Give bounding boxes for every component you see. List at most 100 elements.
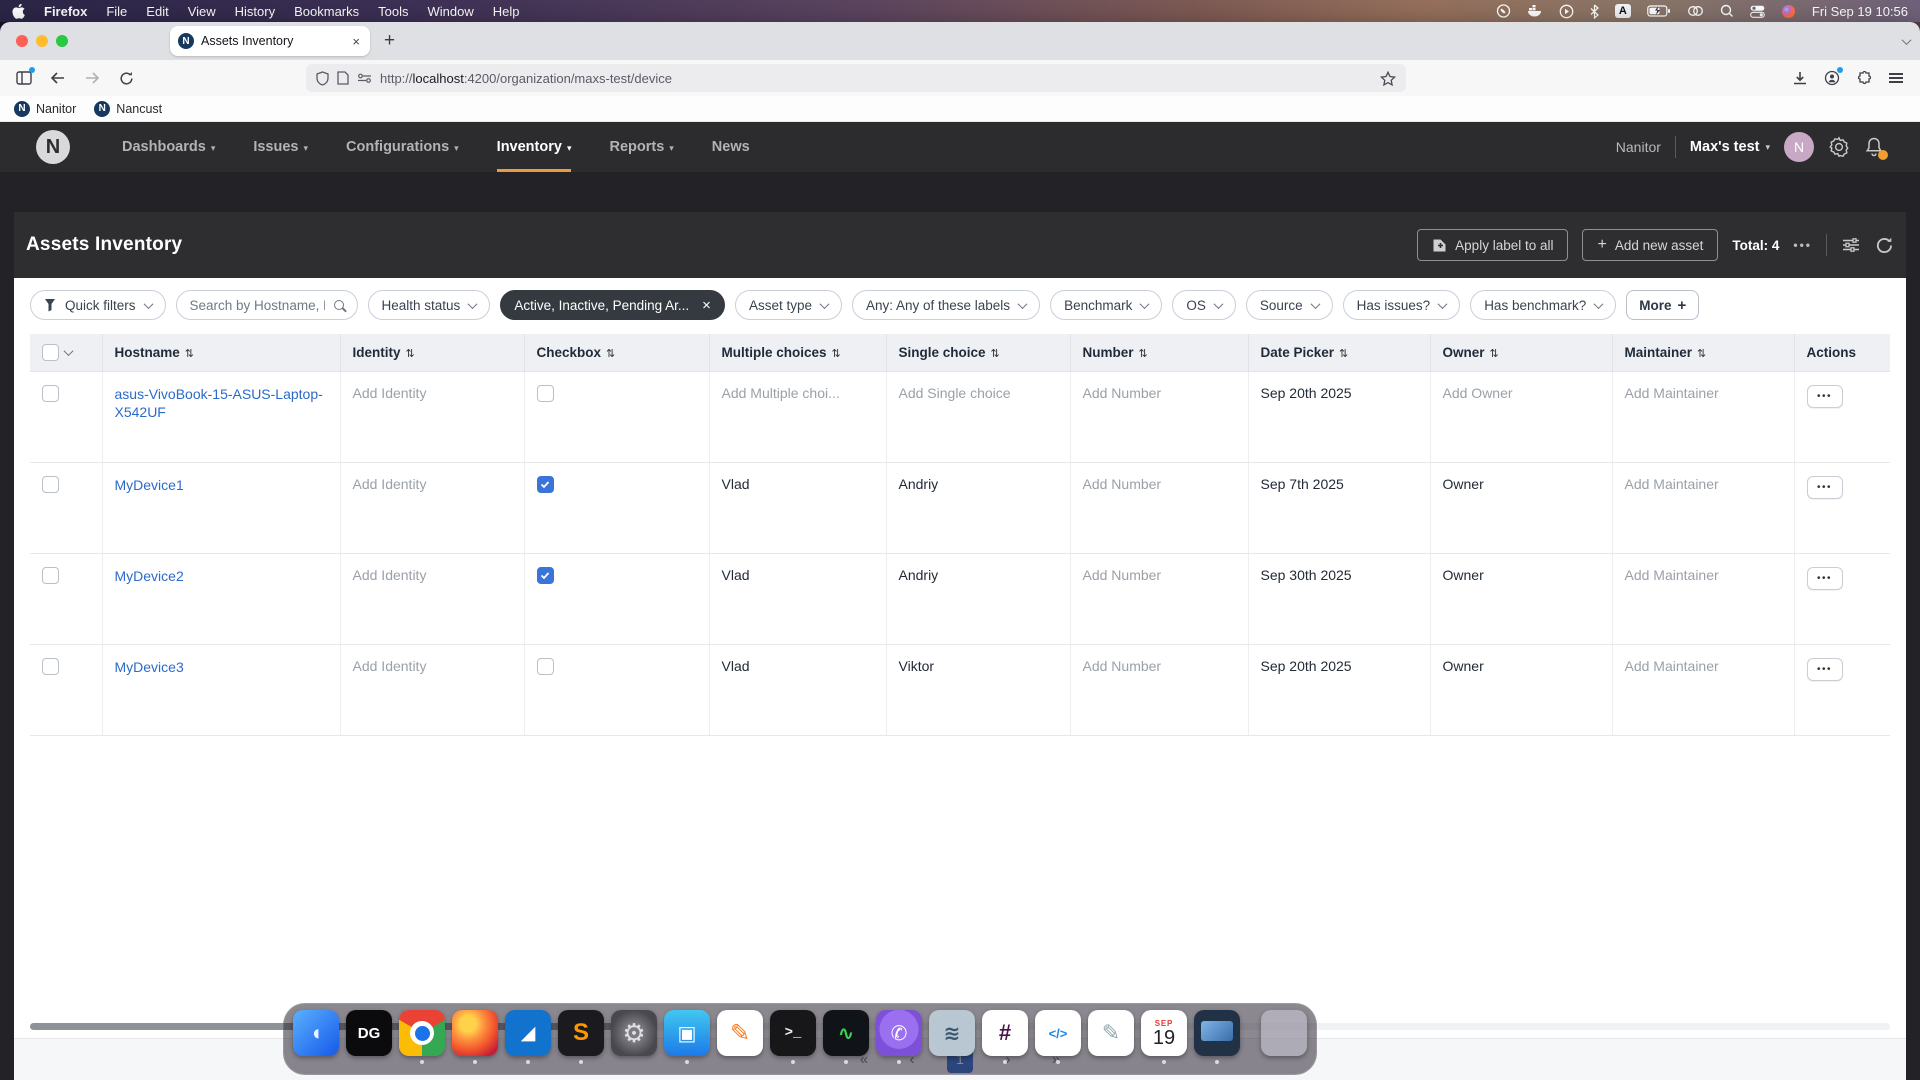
cell-single-choice[interactable]: Andriy <box>899 567 939 583</box>
menubar-item-edit[interactable]: Edit <box>146 4 168 19</box>
menu-icon[interactable] <box>1882 65 1910 91</box>
cell-owner[interactable]: Add Owner <box>1443 385 1513 401</box>
status-filter-chip[interactable]: Active, Inactive, Pending Ar... × <box>500 290 725 320</box>
tab-close-icon[interactable]: × <box>350 34 362 49</box>
trash-dock-icon[interactable] <box>1261 1010 1307 1056</box>
menubar-item-help[interactable]: Help <box>493 4 520 19</box>
cell-date-picker[interactable]: Sep 30th 2025 <box>1261 567 1352 583</box>
col-checkbox[interactable]: Checkbox⇅ <box>524 334 709 371</box>
row-actions-button[interactable]: ••• <box>1807 567 1843 590</box>
cell-date-picker[interactable]: Sep 20th 2025 <box>1261 658 1352 674</box>
nav-configurations[interactable]: Configurations▾ <box>346 122 459 172</box>
nav-news[interactable]: News <box>712 122 750 172</box>
quick-filters-dropdown[interactable]: Quick filters <box>30 290 166 320</box>
control-center-icon[interactable] <box>1750 3 1765 19</box>
firefox-dock-icon[interactable] <box>452 1010 498 1056</box>
viber-dock-icon[interactable]: ✆ <box>876 1010 922 1056</box>
docker-status-icon[interactable] <box>1527 3 1543 19</box>
benchmark-dropdown[interactable]: Benchmark <box>1050 290 1162 320</box>
cell-identity[interactable]: Add Identity <box>353 658 427 674</box>
asset-type-dropdown[interactable]: Asset type <box>735 290 842 320</box>
checkbox-cell[interactable] <box>537 476 554 493</box>
docker-dock-icon[interactable]: ≋ <box>929 1010 975 1056</box>
cell-date-picker[interactable]: Sep 20th 2025 <box>1261 385 1352 401</box>
menubar-item-view[interactable]: View <box>188 4 216 19</box>
shield-icon[interactable] <box>316 71 329 86</box>
row-actions-button[interactable]: ••• <box>1807 476 1843 499</box>
paste-app-dock-icon[interactable]: ▣ <box>664 1010 710 1056</box>
nav-reports[interactable]: Reports▾ <box>609 122 673 172</box>
avatar[interactable]: N <box>1784 132 1814 162</box>
page-info-icon[interactable] <box>337 71 349 85</box>
col-multiple-choices[interactable]: Multiple choices⇅ <box>709 334 886 371</box>
pencil-app-dock-icon[interactable]: ✎ <box>717 1010 763 1056</box>
account-icon[interactable] <box>1818 65 1846 91</box>
input-source-icon[interactable]: A <box>1615 4 1631 18</box>
add-new-asset-button[interactable]: + Add new asset <box>1582 229 1718 261</box>
refresh-icon[interactable] <box>1875 236 1894 255</box>
cell-single-choice[interactable]: Viktor <box>899 658 935 674</box>
menubar-item-file[interactable]: File <box>106 4 127 19</box>
notifications-bell-icon[interactable] <box>1864 136 1884 158</box>
menubar-item-window[interactable]: Window <box>428 4 474 19</box>
viber-status-icon[interactable] <box>1496 3 1511 19</box>
cell-maintainer[interactable]: Add Maintainer <box>1625 476 1719 492</box>
cell-number[interactable]: Add Number <box>1083 476 1162 492</box>
cell-maintainer[interactable]: Add Maintainer <box>1625 567 1719 583</box>
cell-owner[interactable]: Owner <box>1443 476 1484 492</box>
checkbox-cell[interactable] <box>537 567 554 584</box>
link-status-icon[interactable] <box>1687 3 1704 19</box>
col-identity[interactable]: Identity⇅ <box>340 334 524 371</box>
row-actions-button[interactable]: ••• <box>1807 385 1843 408</box>
reload-icon[interactable] <box>112 65 140 91</box>
browser-tab[interactable]: N Assets Inventory × <box>170 26 370 56</box>
checkbox-cell[interactable] <box>537 658 554 675</box>
row-select-checkbox[interactable] <box>42 658 59 675</box>
checkbox-cell[interactable] <box>537 385 554 402</box>
menubar-item-bookmarks[interactable]: Bookmarks <box>294 4 359 19</box>
vscode-dock-icon[interactable]: ◢ <box>505 1010 551 1056</box>
header-overflow-icon[interactable]: ••• <box>1793 238 1812 252</box>
back-icon[interactable] <box>44 65 72 91</box>
os-dropdown[interactable]: OS <box>1172 290 1236 320</box>
has-benchmark-dropdown[interactable]: Has benchmark? <box>1470 290 1616 320</box>
bookmark-nanitor[interactable]: N Nanitor <box>14 101 76 117</box>
col-owner[interactable]: Owner⇅ <box>1430 334 1612 371</box>
bookmark-nancust[interactable]: N Nancust <box>94 101 162 117</box>
bluetooth-icon[interactable] <box>1590 3 1599 19</box>
col-maintainer[interactable]: Maintainer⇅ <box>1612 334 1794 371</box>
new-tab-button[interactable]: + <box>384 30 395 52</box>
health-status-dropdown[interactable]: Health status <box>368 290 491 320</box>
settings-gear-icon[interactable] <box>1828 136 1850 158</box>
forward-icon[interactable] <box>78 65 106 91</box>
battery-icon[interactable] <box>1647 3 1671 19</box>
select-all-checkbox[interactable] <box>42 344 59 361</box>
row-select-checkbox[interactable] <box>42 385 59 402</box>
dev-brackets-dock-icon[interactable]: </> <box>1035 1010 1081 1056</box>
nanitor-logo[interactable]: N <box>36 130 70 164</box>
window-zoom-button[interactable] <box>56 35 68 47</box>
col-single-choice[interactable]: Single choice⇅ <box>886 334 1070 371</box>
search-input-chip[interactable] <box>176 290 358 320</box>
row-select-checkbox[interactable] <box>42 567 59 584</box>
labels-dropdown[interactable]: Any: Any of these labels <box>852 290 1040 320</box>
cell-maintainer[interactable]: Add Maintainer <box>1625 385 1719 401</box>
window-close-button[interactable] <box>16 35 28 47</box>
menubar-clock[interactable]: Fri Sep 19 10:56 <box>1812 4 1908 19</box>
system-settings-dock-icon[interactable]: ⚙ <box>611 1010 657 1056</box>
bookmark-star-icon[interactable] <box>1380 71 1396 86</box>
cell-maintainer[interactable]: Add Maintainer <box>1625 658 1719 674</box>
cell-multiple-choices[interactable]: Vlad <box>722 476 750 492</box>
iterm-dock-icon[interactable]: ∿ <box>823 1010 869 1056</box>
nav-inventory[interactable]: Inventory▾ <box>497 122 572 172</box>
cell-single-choice[interactable]: Add Single choice <box>899 385 1011 401</box>
play-status-icon[interactable] <box>1559 3 1574 19</box>
downloads-icon[interactable] <box>1786 65 1814 91</box>
more-filters-button[interactable]: More+ <box>1626 290 1699 320</box>
hostname-link[interactable]: asus-VivoBook-15-ASUS-Laptop-X542UF <box>115 385 328 423</box>
sublime-text-dock-icon[interactable]: S <box>558 1010 604 1056</box>
hostname-link[interactable]: MyDevice3 <box>115 658 184 677</box>
assistant-icon[interactable] <box>1781 3 1796 19</box>
slack-dock-icon[interactable]: # <box>982 1010 1028 1056</box>
row-select-checkbox[interactable] <box>42 476 59 493</box>
